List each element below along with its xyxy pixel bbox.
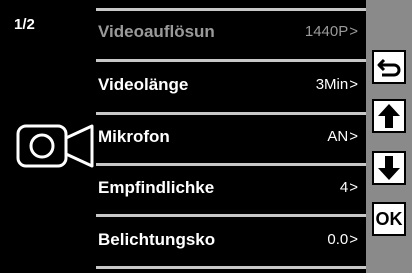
page-indicator: 1/2: [14, 16, 35, 33]
chevron-right-icon: >: [349, 128, 358, 145]
menu-item-video-resolution[interactable]: Videoauflösun 1440P>: [96, 17, 366, 47]
menu-item-label: Videoauflösun: [98, 22, 215, 41]
side-button-bar: OK: [366, 0, 412, 273]
chevron-right-icon: >: [349, 23, 358, 40]
menu-item-value: AN>: [327, 128, 358, 145]
chevron-right-icon: >: [349, 231, 358, 248]
menu-divider: [96, 112, 366, 115]
menu-divider: [96, 163, 366, 166]
menu-item-value: 0.0>: [327, 231, 358, 248]
chevron-right-icon: >: [349, 179, 358, 196]
ok-label: OK: [375, 208, 403, 229]
settings-menu: Videoauflösun 1440P> Videolänge 3Min> Mi…: [96, 0, 366, 273]
arrow-up-icon: [378, 104, 400, 128]
down-button[interactable]: [372, 151, 406, 185]
menu-divider: [96, 59, 366, 62]
ok-button[interactable]: OK: [372, 202, 406, 236]
menu-item-value: 3Min>: [315, 76, 358, 93]
chevron-right-icon: >: [349, 76, 358, 93]
up-button[interactable]: [372, 99, 406, 133]
menu-divider: [96, 8, 366, 11]
menu-divider: [96, 266, 366, 269]
menu-item-label: Empfindlichke: [98, 178, 215, 197]
menu-item-value: 1440P>: [304, 23, 358, 40]
back-button[interactable]: [372, 50, 406, 84]
menu-item-value: 4>: [339, 179, 358, 196]
menu-item-label: Mikrofon: [98, 127, 170, 146]
video-camera-icon: [16, 124, 94, 168]
menu-item-label: Videolänge: [98, 75, 189, 94]
menu-item-label: Belichtungsko: [98, 230, 216, 249]
menu-item-microphone[interactable]: Mikrofon AN>: [96, 122, 366, 152]
arrow-down-icon: [378, 156, 400, 180]
back-arrow-icon: [377, 58, 401, 77]
menu-divider: [96, 214, 366, 217]
menu-item-exposure[interactable]: Belichtungsko 0.0>: [96, 225, 366, 255]
menu-item-video-length[interactable]: Videolänge 3Min>: [96, 70, 366, 100]
menu-item-sensitivity[interactable]: Empfindlichke 4>: [96, 173, 366, 203]
